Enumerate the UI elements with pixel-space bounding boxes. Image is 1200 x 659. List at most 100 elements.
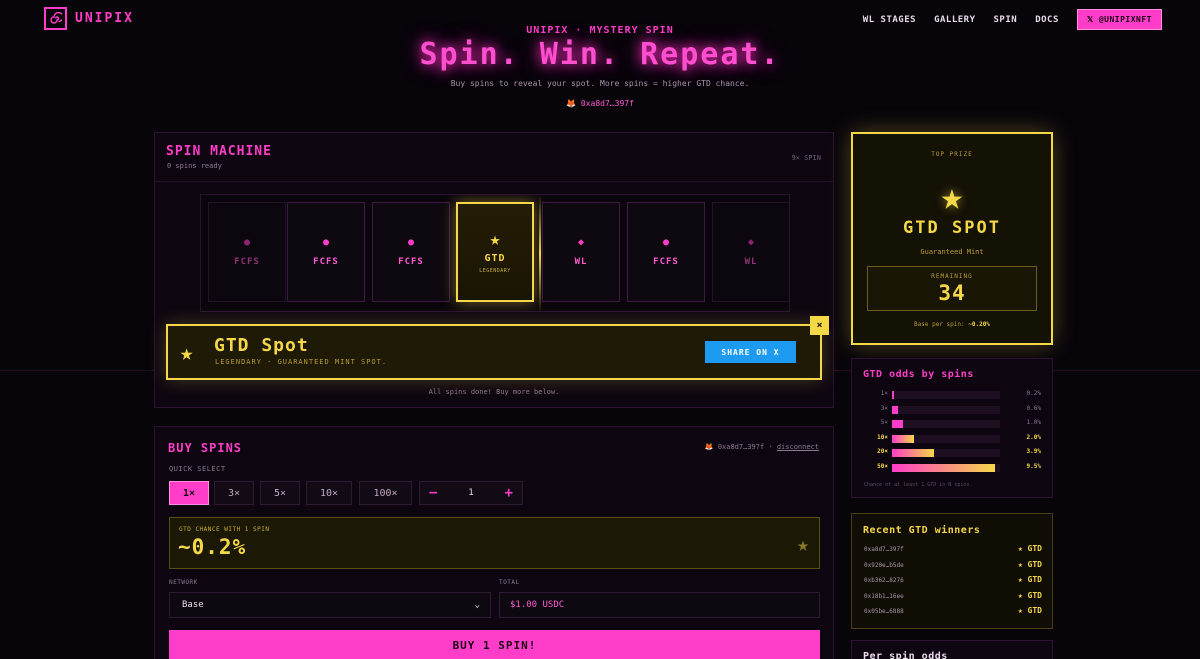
winner-tag: ★ GTD xyxy=(1017,544,1042,553)
reel-card: ● FCFS xyxy=(287,202,365,302)
base-per-spin: Base per spin: ~0.20% xyxy=(914,321,990,328)
dot-icon: ● xyxy=(243,236,251,248)
reel-card-label: FCFS xyxy=(398,256,424,267)
recent-winners-panel: Recent GTD winners 0xa8d7…397f ★ GTD 0x920… xyxy=(851,513,1053,629)
odds-row: 10× 2.0% xyxy=(852,434,1052,444)
odds-row: 5× 1.0% xyxy=(852,419,1052,429)
top-prize-subtitle: Guaranteed Mint xyxy=(920,248,984,256)
winner-row: 0x05be…6888 ★ GTD xyxy=(864,606,1042,618)
gtd-chance-label: GTD CHANCE WITH 1 SPIN xyxy=(179,526,270,533)
winner-row: 0x920e…b5de ★ GTD xyxy=(864,560,1042,572)
odds-spins: 5× xyxy=(880,419,888,426)
reel-card-gtd: ★ GTD LEGENDARY xyxy=(456,202,534,302)
odds-row: 1× 0.2% xyxy=(852,390,1052,400)
reel-card: ◆ WL xyxy=(542,202,620,302)
remaining-label: REMAINING xyxy=(931,273,973,280)
logo-text: UNIPIX xyxy=(75,11,134,26)
reel-card-label: FCFS xyxy=(653,256,679,267)
quick-select-5x[interactable]: 5× xyxy=(260,481,300,505)
result-title: GTD Spot xyxy=(214,335,309,356)
spin-machine-panel: SPIN MACHINE 0 spins ready 9× SPIN ● FCF… xyxy=(154,132,834,408)
decrement-button[interactable]: − xyxy=(429,485,437,501)
spin-machine-title: SPIN MACHINE xyxy=(166,144,272,159)
network-label: NETWORK xyxy=(169,579,198,586)
recent-winners-title: Recent GTD winners xyxy=(863,525,981,536)
nav-docs[interactable]: DOCS xyxy=(1035,15,1059,25)
base-per-spin-value: ~0.20% xyxy=(968,321,990,328)
winner-row: 0xa8d7…397f ★ GTD xyxy=(864,544,1042,556)
spins-done-text: All spins done! Buy more below. xyxy=(428,388,560,396)
odds-bar xyxy=(892,449,1000,457)
buy-spins-panel: BUY SPINS 🦊 0xa8d7…397f · disconnect QUI… xyxy=(154,426,834,659)
winner-tag: ★ GTD xyxy=(1017,559,1042,569)
total-field: $1.00 USDC xyxy=(499,592,820,618)
odds-spins: 3× xyxy=(880,404,888,412)
top-prize-title: GTD SPOT xyxy=(903,218,1001,238)
buy-spin-button[interactable]: BUY 1 SPIN! xyxy=(169,630,820,659)
odds-row: 3× 0.6% xyxy=(852,405,1052,415)
gtd-odds-title: GTD odds by spins xyxy=(863,369,974,380)
increment-button[interactable]: + xyxy=(505,485,513,501)
quick-select-1x[interactable]: 1× xyxy=(169,481,209,505)
odds-bar xyxy=(892,405,1000,414)
wallet-address: 0xa8d7…397f xyxy=(580,99,634,108)
winner-tag: ★ GTD xyxy=(1017,606,1042,615)
winner-address: 0x920e…b5de xyxy=(864,561,904,569)
nav-wl-stages[interactable]: WL STAGES xyxy=(863,15,916,25)
fox-icon: 🦊 xyxy=(566,99,577,108)
odds-bar-fill xyxy=(892,391,895,399)
reel-card-label: WL xyxy=(574,256,588,267)
odds-spins: 1× xyxy=(880,390,888,397)
quick-select-3x[interactable]: 3× xyxy=(214,481,254,505)
quick-select-10x[interactable]: 10× xyxy=(306,481,352,505)
odds-note: Chance of at least 1 GTD in N spins. xyxy=(864,482,973,488)
hero-kicker: UNIPIX · MYSTERY SPIN xyxy=(526,25,674,36)
remaining-value: 34 xyxy=(938,281,966,305)
quantity-value[interactable]: 1 xyxy=(468,488,473,498)
buy-spins-title: BUY SPINS xyxy=(168,441,243,455)
quick-select-100x[interactable]: 100× xyxy=(359,481,412,505)
nav-spin[interactable]: SPIN xyxy=(994,15,1018,25)
share-on-x-button[interactable]: SHARE ON X xyxy=(705,341,796,363)
odds-bar xyxy=(892,420,1000,428)
odds-spins: 20× xyxy=(877,448,888,455)
chevron-down-icon: ⌄ xyxy=(474,600,480,610)
winner-address: 0x05be…6888 xyxy=(864,608,904,615)
diamond-icon: ◆ xyxy=(577,236,585,248)
close-result-button[interactable]: × xyxy=(810,316,829,335)
spin-count-badge: 9× SPIN xyxy=(791,154,821,162)
winner-tag: ★ GTD xyxy=(1017,590,1042,600)
nav-gallery[interactable]: GALLERY xyxy=(934,15,975,25)
wallet-chip[interactable]: 🦊 0xa8d7…397f xyxy=(0,99,1200,108)
odds-spins: 10× xyxy=(877,433,888,441)
hero-subtitle: Buy spins to reveal your spot. More spin… xyxy=(450,79,750,88)
remaining-box: REMAINING 34 xyxy=(867,266,1037,311)
star-icon: ★ xyxy=(796,532,809,556)
star-icon: ★ xyxy=(940,174,964,218)
odds-value: 2.0% xyxy=(1026,433,1041,441)
star-icon: ★ xyxy=(180,341,194,366)
top-prize-card: TOP PRIZE ★ GTD SPOT Guaranteed Mint REM… xyxy=(851,132,1053,345)
disconnect-link[interactable]: disconnect xyxy=(777,443,819,451)
winner-row: 0xb362…8276 ★ GTD xyxy=(864,575,1042,587)
odds-bar-fill xyxy=(892,420,903,428)
panel-divider xyxy=(155,181,833,182)
per-spin-odds-panel: Per spin odds xyxy=(851,640,1053,659)
per-spin-odds-title: Per spin odds xyxy=(863,651,948,659)
odds-spins: 50× xyxy=(877,462,888,470)
reel-card-label: FCFS xyxy=(234,256,260,267)
dot-icon: ● xyxy=(322,236,330,248)
odds-value: 0.6% xyxy=(1026,404,1041,412)
top-prize-label: TOP PRIZE xyxy=(931,151,973,158)
rarity-label: LEGENDARY xyxy=(479,267,511,274)
fox-icon: 🦊 xyxy=(704,443,714,451)
odds-value: 0.2% xyxy=(1026,390,1041,397)
buy-wallet: 🦊 0xa8d7…397f · disconnect xyxy=(704,443,819,451)
odds-bar xyxy=(892,463,1000,472)
odds-bar-fill xyxy=(892,463,995,472)
winner-tag: ★ GTD xyxy=(1017,575,1042,584)
network-select[interactable]: Base ⌄ xyxy=(169,592,491,618)
result-banner: ★ GTD Spot LEGENDARY · GUARANTEED MINT S… xyxy=(166,324,822,380)
reel-card-label: FCFS xyxy=(313,256,339,267)
winner-row: 0x18b1…16ee ★ GTD xyxy=(864,591,1042,603)
